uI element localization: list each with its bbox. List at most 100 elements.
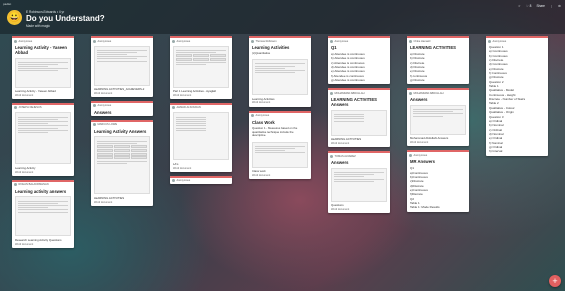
post-card[interactable]: Thomas Robinson Learning Activities (c)Q… xyxy=(249,36,311,107)
post-card[interactable]: Anonymous Answers xyxy=(91,100,153,116)
like-button[interactable]: ♡ 8 xyxy=(526,4,532,8)
document-preview[interactable] xyxy=(15,57,71,88)
settings-icon[interactable]: ⚙ xyxy=(558,4,561,8)
post-header: MARCUS LOWE xyxy=(91,119,153,128)
post-header: Anonymous xyxy=(91,36,153,44)
more-icon[interactable]: ⋮ xyxy=(550,4,553,8)
add-post-button[interactable]: + xyxy=(549,275,561,287)
post-author: Anonymous xyxy=(492,39,507,43)
avatar-icon xyxy=(409,153,412,157)
attachment-meta: LEARNING ACTIVITIES_ACHIEVERS-2 Word docu… xyxy=(91,87,153,97)
post-author: ROHAN BALAKRISHNAN xyxy=(18,183,49,187)
top-bar: padlet 😀 E Robinson-Edwards • 4 yr Do yo… xyxy=(0,0,565,34)
post-card[interactable]: Anonymous Q1 a) Attendee is continuous b… xyxy=(328,36,390,85)
attachment-type: Word document xyxy=(15,93,34,97)
post-title: Answers xyxy=(94,109,112,115)
post-card[interactable]: AHMAD ALSOUDAN LA's Word document xyxy=(170,102,232,172)
post-card[interactable]: Anonymous Part 1 Learning Activities - A… xyxy=(170,36,232,99)
answer-list: a) Discrete b) Discrete c) Discrete d) D… xyxy=(407,51,469,84)
post-author: Anonymous xyxy=(176,39,191,43)
post-title: Learning Activity Answers xyxy=(94,128,147,134)
post-card[interactable]: Anonymous Learning Activity - Yaseen Abb… xyxy=(12,36,74,99)
attachment-type: Word document xyxy=(15,242,34,246)
post-card[interactable]: TOMAS ALVAREZ Answers Questions Word docu… xyxy=(328,151,390,214)
avatar-icon xyxy=(330,39,333,43)
post-header: Anonymous xyxy=(12,36,74,44)
post-header: AHMAD ALSOUDAN xyxy=(170,102,232,111)
share-button[interactable]: Share xyxy=(536,4,545,8)
post-header: Thomas Robinson xyxy=(249,36,311,44)
document-preview[interactable] xyxy=(173,45,229,88)
post-header: Anonymous xyxy=(249,110,311,119)
post-author: MOHAMMAD ABDULLAH xyxy=(413,91,444,95)
document-preview[interactable] xyxy=(173,112,229,161)
post-card[interactable]: Chloe Hamacil LEARNING ACTIVITIES a) Dis… xyxy=(407,36,469,85)
avatar-icon xyxy=(14,39,17,43)
attachment-meta: LEARNING ACTIVITIES Word document xyxy=(91,196,153,206)
post-card[interactable]: Anonymous xyxy=(170,175,232,184)
post-title: Learning Activities xyxy=(252,45,290,50)
document-preview[interactable] xyxy=(94,136,150,195)
post-header: ROHAN BALAKRISHNAN xyxy=(12,179,74,188)
post-title: LEARNING ACTIVITIES Answers xyxy=(331,97,377,108)
avatar-icon xyxy=(251,39,254,43)
post-card[interactable]: Anonymous LEARNING ACTIVITIES_ACHIEVERS-… xyxy=(91,36,153,97)
document-preview[interactable] xyxy=(252,141,308,168)
avatar-icon xyxy=(14,106,17,110)
post-card[interactable]: MOHAMMAD ABDULLAH Answers Mohammad Abdul… xyxy=(407,88,469,147)
post-title: Learning Activity - Yaseen Abbad xyxy=(15,45,67,55)
post-card[interactable]: MARCUS LOWE Learning Activity Answers LE… xyxy=(91,119,153,206)
column-7: Anonymous Question 1 a) Continuous b) Co… xyxy=(486,36,548,160)
list-item: g) Attendee is continuous xyxy=(331,78,365,83)
list-item: Table 1: Mode Results xyxy=(410,205,440,210)
attachment-meta: Part 1 Learning Activities - Ayaglah Word… xyxy=(170,89,232,99)
avatar-icon xyxy=(14,183,17,187)
post-title: Class Work xyxy=(252,119,275,125)
avatar-icon xyxy=(251,114,254,118)
post-author: AHMAD ALSOUDAN xyxy=(176,106,201,110)
document-preview[interactable] xyxy=(94,45,150,86)
attachment-meta: Learning Activity Word document xyxy=(12,166,74,176)
board-avatar-icon[interactable]: 😀 xyxy=(7,10,22,25)
post-card[interactable]: JOSEPH DEJESUS Learning Activity Word doc… xyxy=(12,102,74,176)
post-author: Chloe Hamacil xyxy=(413,39,431,43)
document-preview[interactable] xyxy=(410,104,466,135)
post-card[interactable]: Anonymous Question 1 a) Continuous b) Co… xyxy=(486,36,548,156)
post-card[interactable]: ROHAN BALAKRISHNAN Learning activity ans… xyxy=(12,179,74,248)
avatar-icon xyxy=(93,39,96,43)
list-item: g) Discrete xyxy=(410,78,425,83)
post-header: MOHAMMAD ABDULLAH xyxy=(407,88,469,96)
attachment-type: Word document xyxy=(252,173,271,177)
attachment-type: Word document xyxy=(173,166,192,170)
document-preview[interactable] xyxy=(331,109,387,136)
post-card[interactable]: MOHAMMAD ABDULLAH LEARNING ACTIVITIES An… xyxy=(328,88,390,148)
post-header: TOMAS ALVAREZ xyxy=(328,151,390,159)
answer-list: Q1 a)Continuous b)Continuous c)Discrete … xyxy=(407,165,469,211)
post-title: Answers xyxy=(410,97,428,103)
document-preview[interactable] xyxy=(331,167,387,202)
post-author: Anonymous xyxy=(97,104,112,108)
post-author: Thomas Robinson xyxy=(255,39,277,43)
post-header: Anonymous xyxy=(407,150,469,158)
post-card[interactable]: Anonymous Class Work Question 1 - Measur… xyxy=(249,110,311,180)
post-title: Learning activity answers xyxy=(15,188,67,194)
document-preview[interactable] xyxy=(15,196,71,237)
post-header: Anonymous xyxy=(170,36,232,44)
post-title: Q1 xyxy=(331,45,337,50)
document-preview[interactable] xyxy=(15,112,71,165)
attachment-type: Word document xyxy=(94,200,113,204)
post-header: JOSEPH DEJESUS xyxy=(12,102,74,111)
attachment-type: Word document xyxy=(410,141,429,145)
column-1: Anonymous Learning Activity - Yaseen Abb… xyxy=(12,36,74,252)
avatar-icon xyxy=(409,91,412,95)
post-author: Anonymous xyxy=(176,179,191,183)
star-icon[interactable]: ☆ xyxy=(518,4,521,8)
post-title: LEARNING ACTIVITIES xyxy=(410,45,456,50)
document-preview[interactable] xyxy=(252,59,308,96)
post-author: JOSEPH DEJESUS xyxy=(18,106,42,110)
post-card[interactable]: Anonymous MR Answers Q1 a)Continuous b)C… xyxy=(407,150,469,212)
post-author: Anonymous xyxy=(97,39,112,43)
post-header: Anonymous xyxy=(91,100,153,109)
post-body: (c)Quantitative xyxy=(252,51,271,55)
attachment-type: Word document xyxy=(173,93,192,97)
